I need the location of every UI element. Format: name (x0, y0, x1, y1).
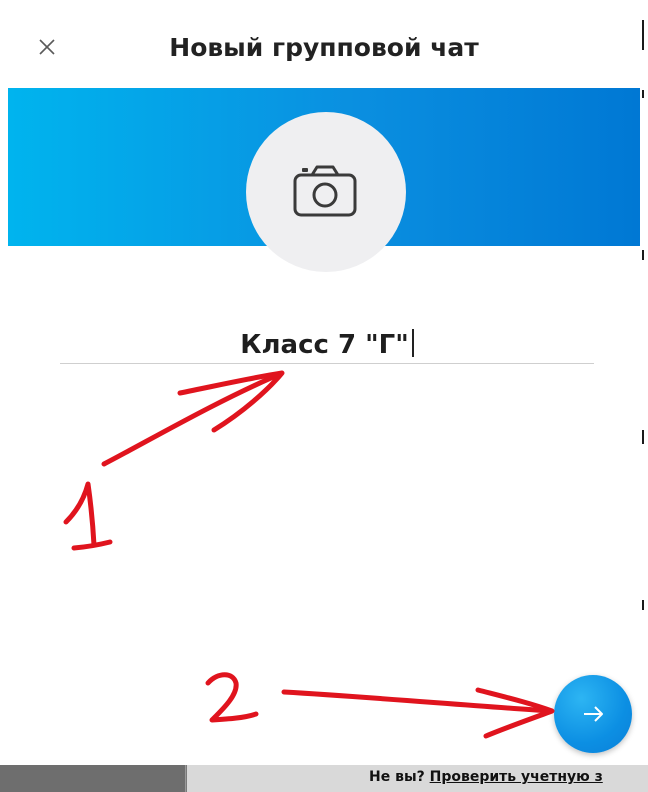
group-name-value: Класс 7 "Г" (240, 330, 409, 360)
group-name-input[interactable]: Класс 7 "Г" (60, 320, 594, 364)
next-button[interactable] (554, 675, 632, 753)
footer-prompt: Не вы? (369, 769, 425, 785)
camera-icon (293, 165, 357, 217)
dialog-title: Новый групповой чат (169, 33, 479, 62)
new-group-chat-dialog: Новый групповой чат Класс 7 "Г" (0, 0, 640, 765)
arrow-right-icon (584, 706, 603, 722)
text-caret (411, 329, 414, 357)
footer-bar: Не вы? Проверить учетную з (0, 765, 648, 792)
verify-account-link[interactable]: Проверить учетную з (430, 769, 603, 785)
group-avatar-upload[interactable] (246, 112, 406, 272)
window-edge (640, 0, 648, 765)
